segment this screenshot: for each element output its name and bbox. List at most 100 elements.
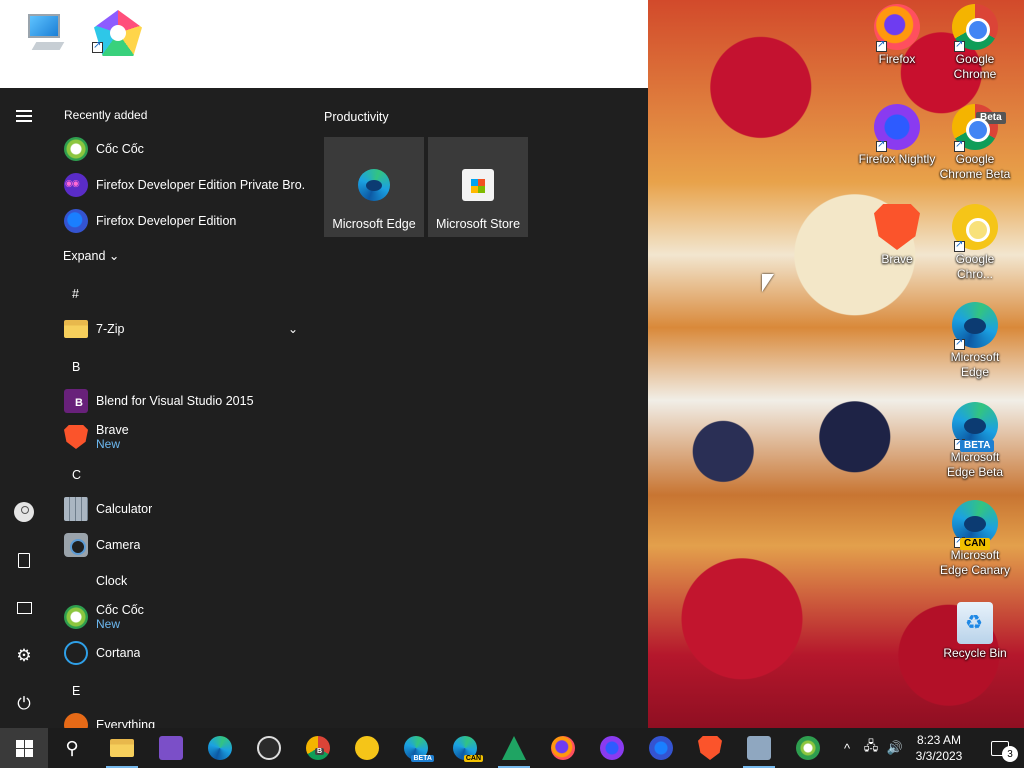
taskbar-firefox-nightly[interactable] (588, 728, 636, 768)
list-item-coccoc-recent[interactable]: Cốc Cốc (64, 131, 304, 167)
power-icon: ⏻ (17, 694, 31, 713)
network-button[interactable]: 🖧 (860, 728, 882, 768)
edge-canary-icon: CAN (453, 736, 483, 762)
list-item-7zip[interactable]: 7-Zip (64, 311, 304, 347)
speaker-icon: 🔊 (886, 740, 904, 755)
list-item-blend[interactable]: Blend for Visual Studio 2015 (64, 383, 304, 419)
chevron-down-icon: ⌄ (108, 249, 120, 263)
desktop-icon-edge-canary[interactable]: CAN Microsoft Edge Canary (936, 500, 1014, 578)
store-icon (462, 169, 494, 201)
start-menu: ⚙ ⏻ Recently added Cốc Cốc Firefox Devel… (0, 88, 648, 728)
letter-header-hash[interactable]: # (72, 287, 79, 301)
calculator-icon (64, 497, 88, 521)
notification-count-badge: 3 (1002, 746, 1018, 762)
taskbar-edge[interactable] (196, 728, 244, 768)
sheets-icon (502, 736, 526, 760)
taskbar-visual-studio[interactable] (147, 728, 195, 768)
tile-microsoft-store[interactable]: Microsoft Store (428, 137, 528, 237)
letter-header-b[interactable]: B (72, 360, 80, 374)
taskbar: ⚲ B BETA CAN ^ 🖧 🔊 8:23 AM 3/3/2023 3 (0, 728, 1024, 768)
chevron-down-icon[interactable]: ⌄ (288, 322, 298, 336)
desktop-icon-edge-beta[interactable]: BETA Microsoft Edge Beta (936, 402, 1014, 480)
expand-button[interactable]: Expand ⌄ (63, 248, 119, 263)
letter-header-c[interactable]: C (72, 468, 81, 482)
windows-logo-icon (15, 739, 33, 757)
clock-date: 3/3/2023 (915, 749, 963, 763)
coccoc-icon (64, 137, 88, 161)
desktop-icon-chrome-canary[interactable]: Google Chro... (936, 204, 1014, 282)
document-icon (18, 552, 30, 568)
desktop-icon-firefox-nightly[interactable]: Firefox Nightly (858, 104, 936, 167)
edge-icon (358, 169, 390, 201)
taskbar-obs[interactable] (245, 728, 293, 768)
edge-icon (208, 736, 232, 760)
chevron-up-icon: ^ (843, 740, 851, 756)
user-icon (14, 502, 34, 522)
chrome-beta-icon: B (306, 736, 330, 760)
taskbar-coccoc[interactable] (784, 728, 832, 768)
recently-added-title: Recently added (64, 108, 148, 122)
firefox-nightly-icon (600, 736, 624, 760)
pictures-button[interactable] (8, 592, 40, 624)
user-account-button[interactable] (8, 496, 40, 528)
list-item-everything[interactable]: Everything (64, 707, 304, 728)
blend-icon (64, 389, 88, 413)
list-item-firefox-dev[interactable]: Firefox Developer Edition (64, 203, 304, 239)
coccoc-desktop-icon[interactable] (90, 8, 150, 68)
clock-button[interactable]: 8:23 AM 3/3/2023 (908, 728, 970, 768)
list-item-brave[interactable]: Brave New (64, 419, 304, 455)
tile-microsoft-edge[interactable]: Microsoft Edge (324, 137, 424, 237)
taskbar-chrome-canary[interactable] (343, 728, 391, 768)
taskbar-edge-beta[interactable]: BETA (392, 728, 440, 768)
firefox-dev-icon (649, 736, 673, 760)
hamburger-menu-button[interactable] (8, 100, 40, 132)
taskbar-brave[interactable] (686, 728, 734, 768)
list-item-camera[interactable]: Camera (64, 527, 304, 563)
firefox-dev-icon (64, 209, 88, 233)
desktop-icon-firefox[interactable]: Firefox (858, 4, 936, 67)
taskbar-google-sheets[interactable] (490, 728, 538, 768)
taskbar-chrome-beta[interactable]: B (294, 728, 342, 768)
picture-icon (16, 602, 32, 614)
taskbar-file-explorer[interactable] (98, 728, 146, 768)
edge-icon (952, 302, 998, 350)
action-center-button[interactable]: 3 (976, 728, 1024, 768)
edge-beta-icon: BETA (404, 736, 434, 762)
settings-button[interactable]: ⚙ (8, 640, 40, 672)
shortcut-arrow-icon (92, 40, 103, 53)
power-button[interactable]: ⏻ (8, 688, 40, 720)
firefox-nightly-icon (874, 104, 920, 152)
start-button[interactable] (0, 728, 48, 768)
tiles-group-title[interactable]: Productivity (324, 110, 389, 124)
list-item-coccoc[interactable]: Cốc Cốc New (64, 599, 304, 635)
letter-header-e[interactable]: E (72, 684, 80, 698)
chrome-canary-icon (952, 204, 998, 252)
desktop-icon-chrome[interactable]: Google Chrome (936, 4, 1014, 82)
this-pc-desktop-icon[interactable] (14, 8, 74, 68)
list-item-clock[interactable]: Clock (64, 563, 304, 599)
search-button[interactable]: ⚲ (48, 728, 96, 768)
volume-button[interactable]: 🔊 (884, 728, 906, 768)
taskbar-firefox-dev[interactable] (637, 728, 685, 768)
desktop-icon-chrome-beta[interactable]: Beta Google Chrome Beta (936, 104, 1014, 182)
snipping-tool-icon (747, 736, 771, 760)
desktop-icon-brave[interactable]: Brave (858, 204, 936, 267)
firefox-dev-private-icon (64, 173, 88, 197)
list-item-firefox-dev-private[interactable]: Firefox Developer Edition Private Bro... (64, 167, 306, 203)
taskbar-firefox[interactable] (539, 728, 587, 768)
taskbar-snipping-tool[interactable] (735, 728, 783, 768)
list-item-calculator[interactable]: Calculator (64, 491, 304, 527)
documents-button[interactable] (8, 544, 40, 576)
visual-studio-icon (159, 736, 183, 760)
show-hidden-icons-button[interactable]: ^ (838, 728, 856, 768)
cortana-icon (64, 641, 88, 665)
desktop-icon-recycle-bin[interactable]: Recycle Bin (936, 602, 1014, 661)
taskbar-edge-canary[interactable]: CAN (441, 728, 489, 768)
firefox-icon (874, 4, 920, 52)
list-item-cortana[interactable]: Cortana (64, 635, 304, 671)
start-rail: ⚙ ⏻ (0, 88, 48, 728)
desktop-icon-edge[interactable]: Microsoft Edge (936, 302, 1014, 380)
app-list: Recently added Cốc Cốc Firefox Developer… (48, 88, 308, 728)
clock-time: 8:23 AM (916, 733, 962, 747)
firefox-icon (551, 736, 575, 760)
